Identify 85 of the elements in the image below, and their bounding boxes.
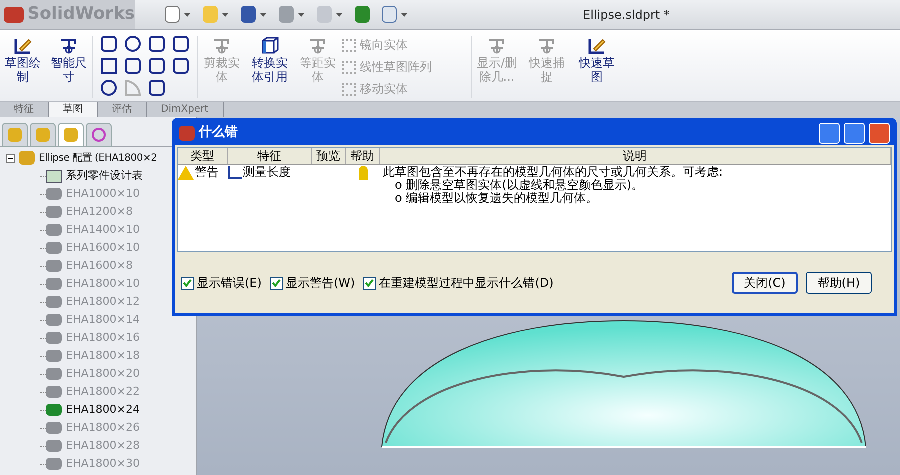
tree-item[interactable]: EHA1200×8 [66,204,133,220]
tree-item[interactable]: EHA1800×14 [66,312,140,328]
app-logo-icon [179,126,195,140]
description-text: 此草图包含至不再存在的模型几何体的尺寸或几何关系。可考虑: [383,166,724,179]
checkbox-label: 在重建模型过程中显示什么错(D) [379,275,554,292]
rectangle-icon[interactable] [101,58,117,74]
description-item: o 编辑模型以恢复遗失的模型几何体。 [394,192,600,205]
tree-item[interactable]: EHA1800×10 [66,276,140,292]
tree-item[interactable]: EHA1800×26 [66,420,140,436]
checkbox[interactable] [181,276,194,290]
table-cell: 警告 [195,166,219,179]
configuration-icon [46,350,62,362]
checkbox-label: 显示错误(E) [197,275,262,292]
caret-icon [260,12,267,16]
sketch-icon [228,166,242,179]
collapse-icon[interactable] [6,154,15,162]
panel-tab-icon [64,128,78,142]
tree-item[interactable]: EHA1400×10 [66,222,140,238]
window-title: Ellipse.sldprt * [583,6,670,24]
tree-item[interactable]: EHA1000×10 [66,186,140,202]
pencil-icon [586,36,608,56]
checkbox[interactable] [363,276,376,290]
command-tab[interactable]: 草图 [49,102,98,117]
configuration-icon [46,332,62,344]
ribbon-button[interactable]: 智能尺寸 [46,36,92,84]
panel-tab-icon [36,128,50,142]
tree-item[interactable]: EHA1600×8 [66,258,133,274]
configuration-icon [46,206,62,218]
dialog-title: 什么错 [199,124,238,142]
column-header[interactable]: 预览 [312,148,346,164]
configuration-icon [46,440,62,452]
pencil-icon [12,36,34,56]
dialog-button[interactable]: 帮助(H) [806,272,872,294]
tree-root[interactable]: Ellipse 配置 (EHA1800×2 [39,150,158,166]
configuration-icon [46,422,62,434]
column-header[interactable]: 类型 [178,148,228,164]
tree-item[interactable]: 系列零件设计表 [66,168,143,184]
close-button[interactable] [869,122,890,144]
caret-icon [336,12,343,16]
ribbon-button[interactable]: 快速草图 [572,36,622,84]
table-icon [46,170,62,182]
checkbox[interactable] [270,276,283,290]
panel-tab-icon [8,128,22,142]
caret-icon [401,12,408,16]
configuration-icon [46,314,62,326]
caret-icon [222,12,229,16]
column-header[interactable]: 帮助 [346,148,380,164]
polygon-icon[interactable] [101,80,117,96]
app-logo-icon [4,6,24,22]
tree-item[interactable]: EHA1800×16 [66,330,140,346]
configuration-icon [46,260,62,272]
checkbox-label: 显示警告(W) [286,275,356,292]
tree-item[interactable]: EHA1600×10 [66,240,140,256]
tree-item[interactable]: EHA1800×20 [66,366,140,382]
column-header[interactable]: 特征 [228,148,312,164]
caret-icon [298,12,305,16]
description-item: o 删除悬空草图实体(以虚线和悬空颜色显示)。 [394,179,645,192]
panel-tab[interactable] [86,123,112,147]
dialog-button[interactable]: 关闭(C) [732,272,798,294]
warning-icon [178,166,194,180]
crosshair-icon [92,128,106,142]
configuration-icon [46,242,62,254]
part-icon [19,151,35,165]
tree-item[interactable]: EHA1800×22 [66,384,140,400]
tree-item[interactable]: EHA1800×12 [66,294,140,310]
maximize-button[interactable] [844,122,865,144]
configuration-icon [46,458,62,470]
configuration-icon [46,368,62,380]
caret-icon [184,12,191,16]
ribbon-button[interactable]: 转换实体引用 [246,36,294,84]
table-cell: 测量长度 [243,166,291,179]
ribbon-button[interactable]: 草图绘制 [0,36,46,84]
minimize-button[interactable] [819,122,840,144]
tree-item[interactable]: EHA1800×28 [66,438,140,454]
tree-item[interactable]: EHA1800×24 [66,402,140,418]
app-logo: SolidWorks [28,2,135,26]
configuration-icon [46,296,62,308]
tree-item[interactable]: EHA1800×18 [66,348,140,364]
configuration-icon [46,278,62,290]
configuration-icon [46,386,62,398]
column-header[interactable]: 说明 [380,148,891,164]
configuration-icon [46,224,62,236]
tree-item[interactable]: EHA1800×30 [66,456,140,472]
configuration-icon [46,188,62,200]
configuration-icon [46,404,62,416]
